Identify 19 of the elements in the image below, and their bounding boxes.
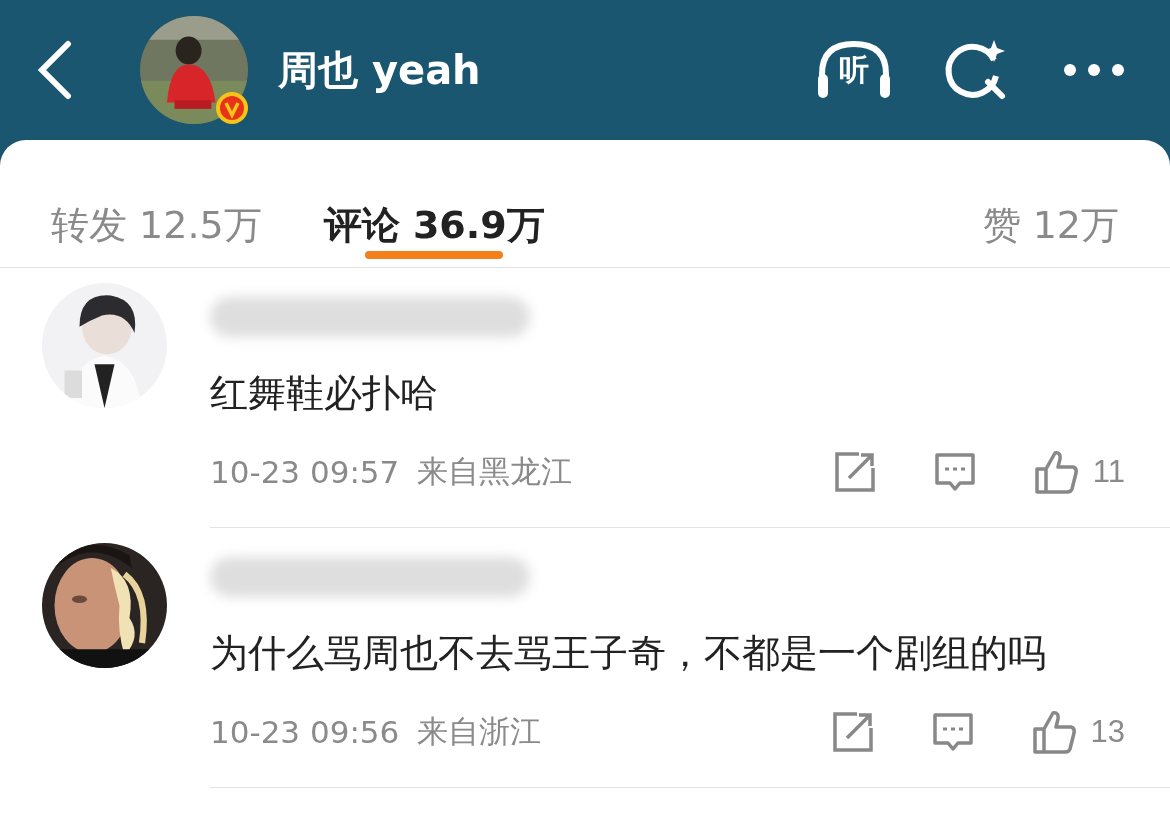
- search-icon[interactable]: [944, 38, 1008, 102]
- share-icon[interactable]: [832, 450, 877, 494]
- comment-text: 为什么骂周也不去骂王子奇，不都是一个剧组的吗: [210, 630, 1047, 677]
- like-button[interactable]: 13: [1030, 709, 1125, 755]
- profile-name: 周也 yeah: [278, 45, 482, 95]
- like-button[interactable]: 11: [1032, 449, 1125, 495]
- comment-time: 10-23 09:57: [210, 454, 400, 490]
- comment-location: 来自黑龙江: [417, 452, 574, 491]
- listen-button[interactable]: 听: [814, 38, 894, 102]
- verified-badge-icon: [214, 90, 250, 126]
- comment-icon[interactable]: [932, 450, 977, 494]
- comment-text: 红舞鞋必扑哈: [210, 370, 439, 417]
- share-icon[interactable]: [830, 710, 875, 754]
- comment-icon[interactable]: [930, 710, 975, 754]
- tab[interactable]: 赞 12万: [976, 140, 1125, 267]
- comment-location: 来自浙江: [417, 712, 543, 751]
- tab[interactable]: 评论 36.9万: [317, 140, 551, 267]
- tab[interactable]: 转发 12.5万: [45, 140, 268, 267]
- comment-time: 10-23 09:56: [210, 714, 400, 750]
